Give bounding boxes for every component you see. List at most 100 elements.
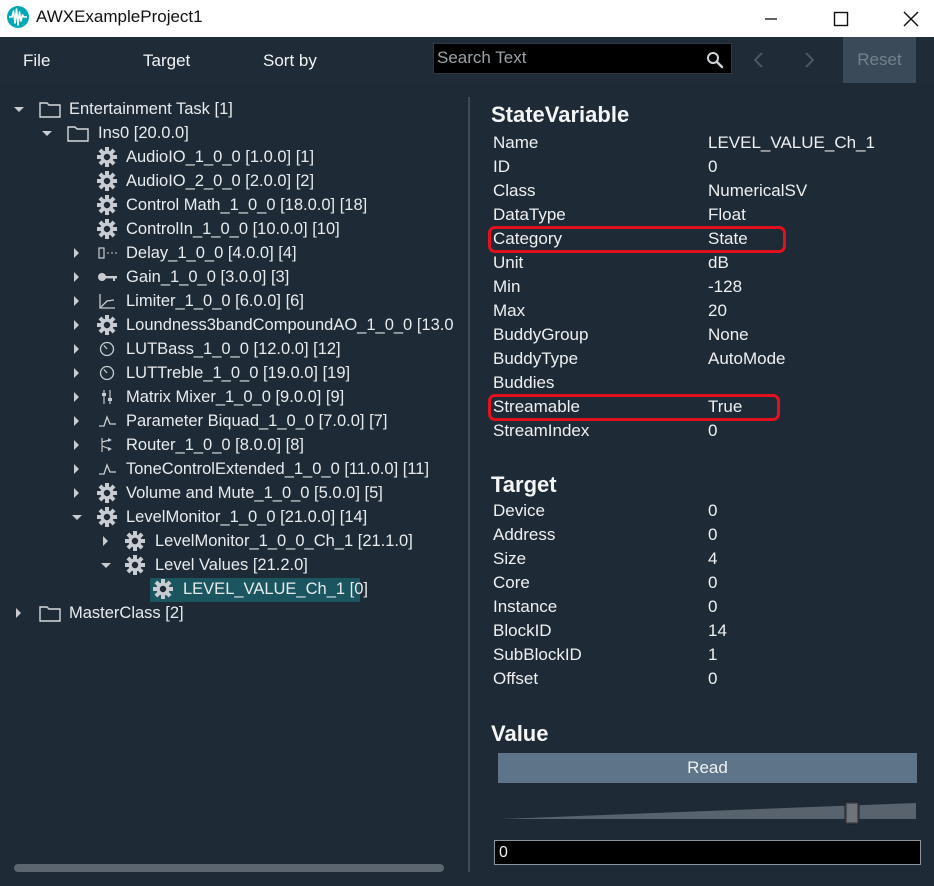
tree-item[interactable]: LUTTreble_1_0_0 [19.0.0] [19] xyxy=(0,361,470,385)
chevron-right-icon[interactable] xyxy=(70,289,84,313)
value-slider[interactable] xyxy=(500,797,916,829)
minimize-button[interactable] xyxy=(748,0,794,37)
search-icon[interactable] xyxy=(706,51,724,69)
property-row: BlockID 14 xyxy=(493,619,913,643)
chevron-right-icon[interactable] xyxy=(70,481,84,505)
chevron-right-icon[interactable] xyxy=(70,457,84,481)
property-row: Max 20 xyxy=(493,299,913,323)
property-value: NumericalSV xyxy=(708,181,808,200)
chevron-right-icon[interactable] xyxy=(70,433,84,457)
tree-item[interactable]: Volume and Mute_1_0_0 [5.0.0] [5] xyxy=(0,481,470,505)
gear-icon xyxy=(96,171,118,191)
chevron-right-icon[interactable] xyxy=(70,337,84,361)
tree-item[interactable]: AudioIO_2_0_0 [2.0.0] [2] xyxy=(0,169,470,193)
property-name: BlockID xyxy=(493,621,552,640)
chevron-right-icon[interactable] xyxy=(70,313,84,337)
key-icon xyxy=(96,267,118,287)
close-button[interactable] xyxy=(888,0,934,37)
tree-item[interactable]: Level Values [21.2.0] xyxy=(0,553,470,577)
tree-item-label: ToneControlExtended_1_0_0 [11.0.0] [11] xyxy=(126,460,430,478)
tree-item[interactable]: LevelMonitor_1_0_0_Ch_1 [21.1.0] xyxy=(0,529,470,553)
chevron-down-icon[interactable] xyxy=(12,97,26,121)
menu-sort-by[interactable]: Sort by xyxy=(263,51,317,71)
property-name: Name xyxy=(493,133,539,152)
property-name: StreamIndex xyxy=(493,421,590,440)
target-title: Target xyxy=(491,472,557,497)
property-name: Address xyxy=(493,525,556,544)
search-input[interactable] xyxy=(437,47,697,69)
title-bar: AWXExampleProject1 xyxy=(0,0,934,37)
tree-item-label: Matrix Mixer_1_0_0 [9.0.0] [9] xyxy=(126,388,345,406)
property-value: 0 xyxy=(708,501,718,520)
chevron-right-icon[interactable] xyxy=(99,529,113,553)
chevron-right-icon[interactable] xyxy=(70,241,84,265)
property-name: Core xyxy=(493,573,530,592)
property-row: Instance 0 xyxy=(493,595,913,619)
gear-icon xyxy=(152,579,174,599)
tree-item[interactable]: LEVEL_VALUE_Ch_1 [0] xyxy=(0,577,470,601)
biquad-icon xyxy=(96,411,118,431)
tree-item-label: Ins0 [20.0.0] xyxy=(98,124,189,142)
tree-item-label: Entertainment Task [1] xyxy=(69,100,233,118)
tree-item[interactable]: Router_1_0_0 [8.0.0] [8] xyxy=(0,433,470,457)
tree-item[interactable]: LUTBass_1_0_0 [12.0.0] [12] xyxy=(0,337,470,361)
tree-item[interactable]: Ins0 [20.0.0] xyxy=(0,121,470,145)
tree-item[interactable]: Gain_1_0_0 [3.0.0] [3] xyxy=(0,265,470,289)
property-row: BuddyGroup None xyxy=(493,323,913,347)
tree-item[interactable]: Loundness3bandCompoundAO_1_0_0 [13.0 xyxy=(0,313,470,337)
tree-item-label: Router_1_0_0 [8.0.0] [8] xyxy=(126,436,304,454)
router-icon xyxy=(96,435,118,455)
chevron-down-icon[interactable] xyxy=(70,505,84,529)
chevron-right-icon[interactable] xyxy=(802,51,816,69)
tree-item[interactable]: Limiter_1_0_0 [6.0.0] [6] xyxy=(0,289,470,313)
value-input[interactable] xyxy=(494,840,921,865)
gear-icon xyxy=(124,555,146,575)
tree-item-label: LUTTreble_1_0_0 [19.0.0] [19] xyxy=(126,364,351,382)
gear-icon xyxy=(96,315,118,335)
property-name: Min xyxy=(493,277,521,296)
search-box xyxy=(433,43,732,74)
chevron-right-icon[interactable] xyxy=(70,385,84,409)
chevron-right-icon[interactable] xyxy=(70,265,84,289)
folder-icon xyxy=(66,123,89,143)
tree-item[interactable]: Matrix Mixer_1_0_0 [9.0.0] [9] xyxy=(0,385,470,409)
window-title: AWXExampleProject1 xyxy=(36,7,203,26)
dial-icon xyxy=(96,363,118,383)
horizontal-scrollbar[interactable] xyxy=(14,864,444,872)
chevron-down-icon[interactable] xyxy=(40,121,54,145)
property-row: DataType Float xyxy=(493,203,913,227)
maximize-button[interactable] xyxy=(818,0,864,37)
reset-button[interactable]: Reset xyxy=(843,37,916,83)
gear-icon xyxy=(96,483,118,503)
tree-item-label: LEVEL_VALUE_Ch_1 [0] xyxy=(183,580,368,598)
tree-item[interactable]: Entertainment Task [1] xyxy=(0,97,470,121)
menu-file[interactable]: File xyxy=(23,51,50,71)
tree-item[interactable]: ToneControlExtended_1_0_0 [11.0.0] [11] xyxy=(0,457,470,481)
tree-item[interactable]: LevelMonitor_1_0_0 [21.0.0] [14] xyxy=(0,505,470,529)
tree-item-label: Delay_1_0_0 [4.0.0] [4] xyxy=(126,244,297,262)
category-highlight-box xyxy=(488,226,786,253)
tree-item[interactable]: AudioIO_1_0_0 [1.0.0] [1] xyxy=(0,145,470,169)
property-row: Buddies xyxy=(493,371,913,395)
chevron-right-icon[interactable] xyxy=(12,601,26,625)
property-value: 0 xyxy=(708,669,718,688)
tree-item[interactable]: Parameter Biquad_1_0_0 [7.0.0] [7] xyxy=(0,409,470,433)
tree-item[interactable]: MasterClass [2] xyxy=(0,601,470,625)
tree-item[interactable]: Delay_1_0_0 [4.0.0] [4] xyxy=(0,241,470,265)
property-row: Core 0 xyxy=(493,571,913,595)
menu-target[interactable]: Target xyxy=(143,51,190,71)
slider-thumb[interactable] xyxy=(844,801,860,825)
tree-item[interactable]: Control Math_1_0_0 [18.0.0] [18] xyxy=(0,193,470,217)
property-row: Offset 0 xyxy=(493,667,913,691)
property-value: 0 xyxy=(708,157,718,176)
menu-bar: File Target Sort by Reset xyxy=(0,37,934,83)
read-button[interactable]: Read xyxy=(498,753,917,783)
chevron-down-icon[interactable] xyxy=(99,553,113,577)
property-value: AutoMode xyxy=(708,349,786,368)
chevron-left-icon[interactable] xyxy=(752,51,766,69)
property-value: -128 xyxy=(708,277,743,296)
tree-item[interactable]: ControlIn_1_0_0 [10.0.0] [10] xyxy=(0,217,470,241)
property-row: StreamIndex 0 xyxy=(493,419,913,443)
chevron-right-icon[interactable] xyxy=(70,361,84,385)
chevron-right-icon[interactable] xyxy=(70,409,84,433)
